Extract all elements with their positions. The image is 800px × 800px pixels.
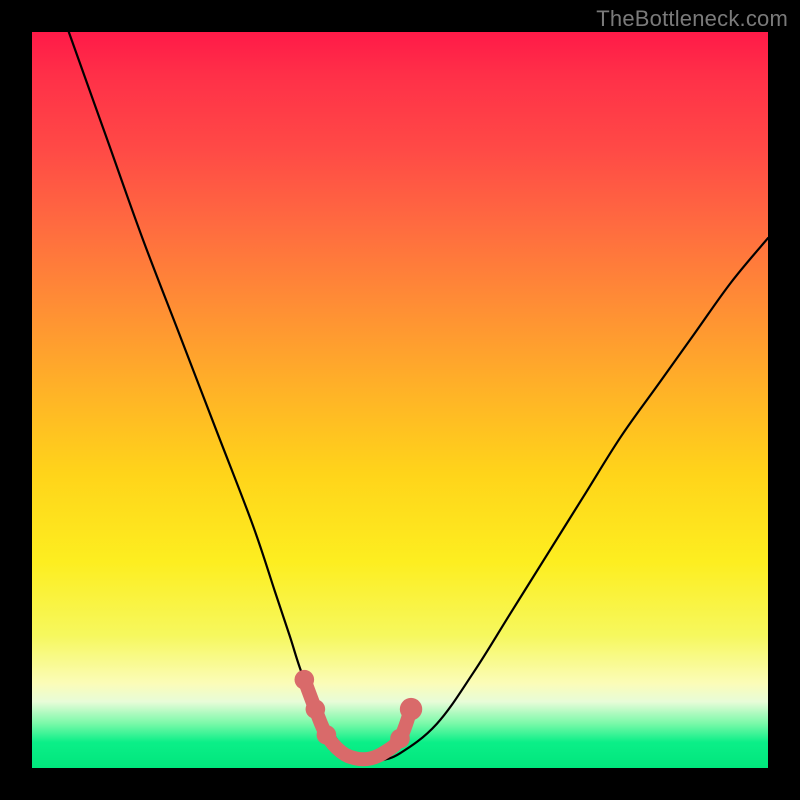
plot-area [32,32,768,768]
bottleneck-curve [69,32,768,762]
optimal-zone-marker [304,680,411,760]
dot-left-upper [295,670,315,690]
dot-left-mid [306,699,326,719]
dot-left-low [317,725,337,745]
chart-frame: TheBottleneck.com [0,0,800,800]
dot-right-low [390,729,410,749]
dot-right-upper [400,698,422,720]
marker-dots [295,670,423,748]
chart-svg [32,32,768,768]
watermark-text: TheBottleneck.com [596,6,788,32]
